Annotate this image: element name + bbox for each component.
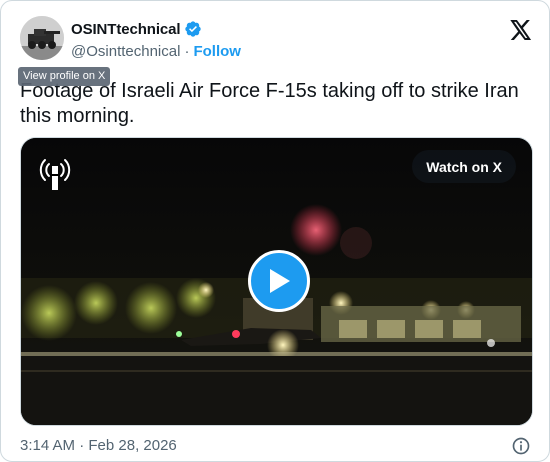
x-logo-icon[interactable]	[510, 20, 532, 40]
author-handle[interactable]: @Osinttechnical	[71, 43, 180, 60]
embedded-tweet-card: OSINTtechnical @Osinttechnical · Follow …	[0, 0, 550, 462]
info-icon[interactable]	[511, 436, 531, 456]
play-button[interactable]	[248, 250, 310, 312]
tweet-text: Footage of Israeli Air Force F-15s takin…	[20, 80, 519, 127]
watch-on-x-button[interactable]: Watch on X	[412, 150, 516, 183]
avatar-image	[20, 16, 64, 60]
author-handle-row: @Osinttechnical · Follow	[71, 43, 241, 60]
avatar[interactable]	[20, 16, 64, 60]
follow-button[interactable]: Follow	[193, 43, 241, 60]
broadcast-logo-icon	[39, 159, 71, 190]
verified-badge-icon	[185, 21, 202, 37]
author-display-name[interactable]: OSINTtechnical	[71, 21, 181, 38]
play-icon	[270, 269, 290, 293]
video-player[interactable]: Watch on X	[20, 137, 533, 426]
tweet-timestamp[interactable]: 3:14 AM · Feb 28, 2026	[20, 437, 177, 454]
author-name-row: OSINTtechnical	[71, 20, 202, 38]
handle-separator: ·	[184, 43, 190, 60]
view-profile-tooltip: View profile on X	[18, 67, 111, 86]
